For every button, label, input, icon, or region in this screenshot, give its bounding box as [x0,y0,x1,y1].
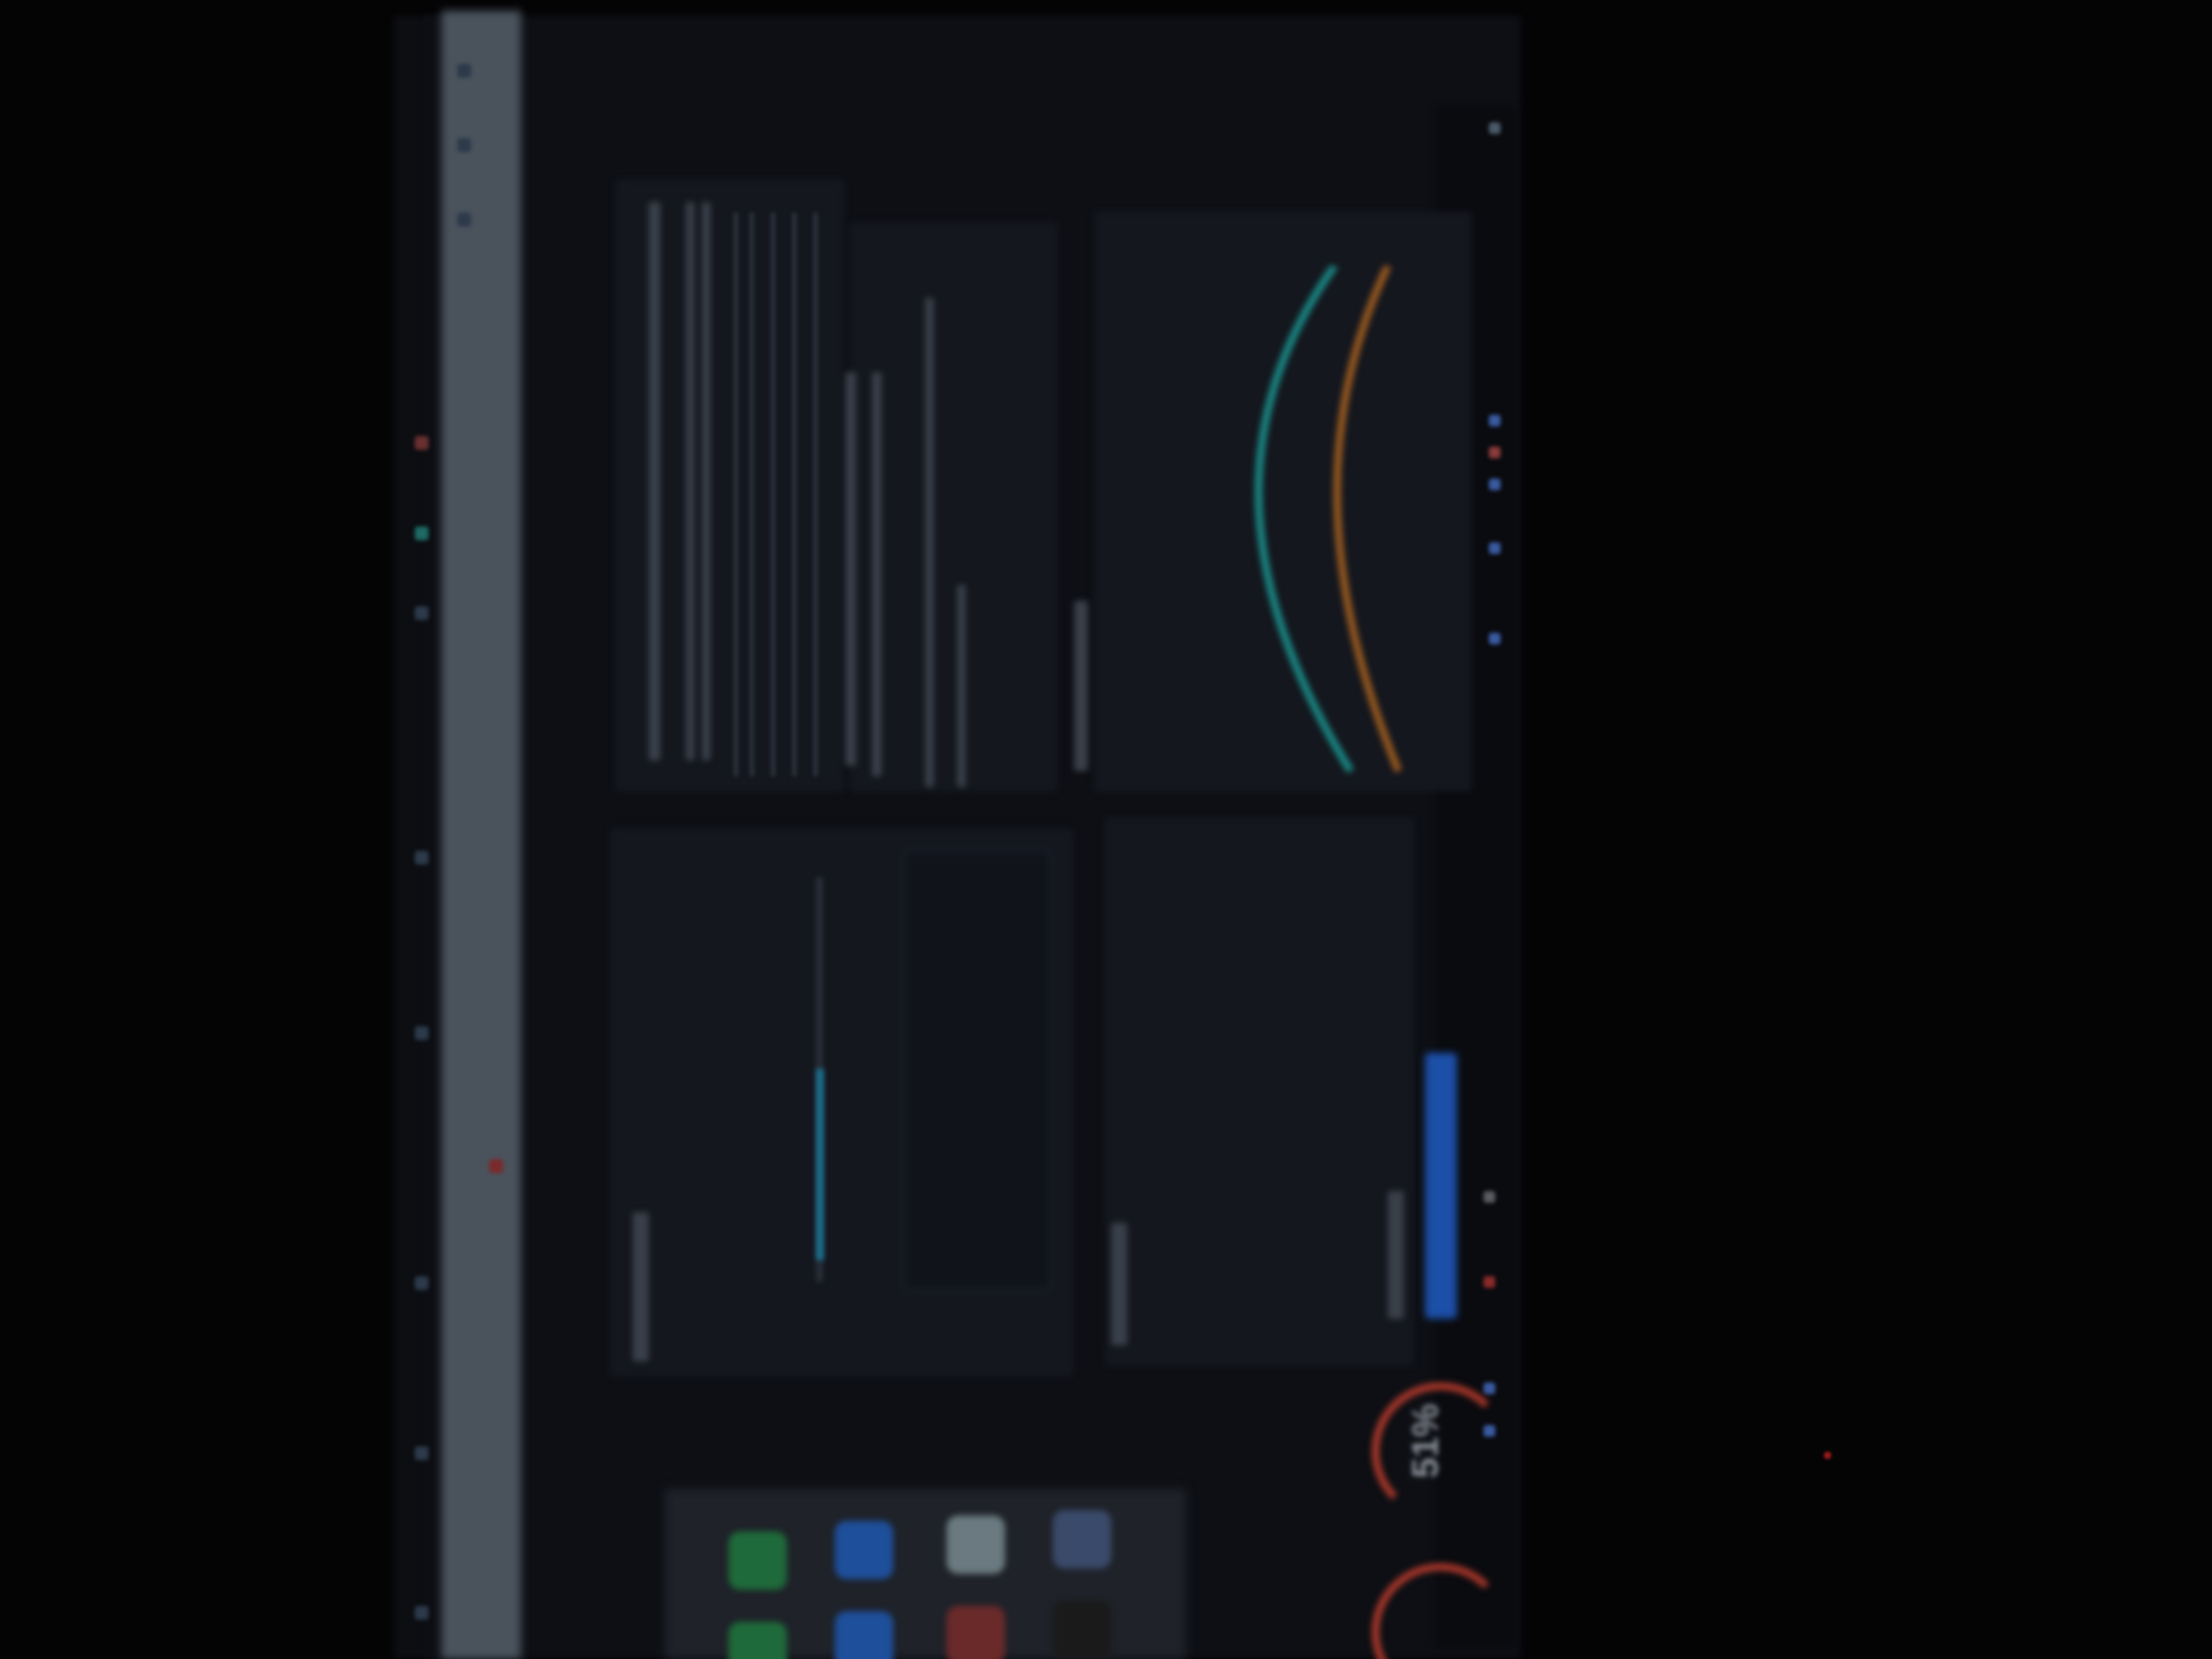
browser-tab-icon[interactable] [457,138,471,152]
browser-tab-icon[interactable] [415,851,429,865]
nav-icon[interactable] [1489,633,1501,644]
chart-title [1074,601,1088,771]
action-label [1388,1191,1404,1319]
table-column [734,213,738,776]
browser-tab-icon[interactable] [415,1446,429,1460]
table-column [771,213,775,776]
calendar-icon[interactable] [835,1521,893,1579]
nav-icon[interactable] [1489,542,1501,554]
browser-tab-icon[interactable] [457,213,471,227]
browser-tab-icon[interactable] [415,1026,429,1040]
photo-of-monitor: 51% [0,0,2212,1659]
info-text-line [925,298,934,787]
info-text-line [872,372,882,776]
nav-icon[interactable] [1489,479,1501,490]
secondary-settings-panel [1106,819,1412,1364]
bookmark-icon[interactable] [489,1159,503,1173]
gauge-value: 51% [1404,1403,1446,1479]
browser-tab-icon[interactable] [415,436,429,450]
nav-icon[interactable] [1484,1276,1495,1288]
power-led [1824,1452,1831,1459]
nav-icon[interactable] [1489,415,1501,426]
info-text-line [845,372,856,766]
input-area[interactable] [904,851,1051,1290]
photos-icon[interactable] [946,1515,1005,1574]
settings-title [633,1212,649,1361]
menu-icon[interactable] [1489,122,1501,134]
info-text-line [957,585,966,787]
table-row [686,202,694,760]
app-icon[interactable] [1053,1601,1111,1659]
orange-curve [1333,266,1402,773]
app-icon[interactable] [835,1611,893,1659]
table-column [792,213,797,776]
app-icon[interactable] [946,1606,1005,1659]
browser-tab-icon[interactable] [415,526,429,540]
nav-icon[interactable] [1484,1191,1495,1203]
browser-tab-icon[interactable] [415,606,429,620]
primary-action-button[interactable] [1425,1053,1457,1319]
table-column [814,213,818,776]
slider-fill[interactable] [816,1069,824,1260]
phone-icon[interactable] [728,1531,787,1590]
browser-tab-icon[interactable] [457,64,471,78]
secondary-settings-title [1111,1223,1127,1345]
nav-icon[interactable] [1489,447,1501,458]
browser-tab-icon[interactable] [415,1276,429,1290]
table-header-row [649,202,660,760]
table-row [702,202,710,760]
browser-tab-icon[interactable] [415,1606,429,1620]
table-column [750,213,754,776]
messages-icon[interactable] [728,1622,787,1659]
browser-toolbar [441,11,521,1659]
browser-icon[interactable] [1053,1510,1111,1569]
curve-chart [1255,266,1402,773]
nav-icon[interactable] [1484,1382,1495,1394]
